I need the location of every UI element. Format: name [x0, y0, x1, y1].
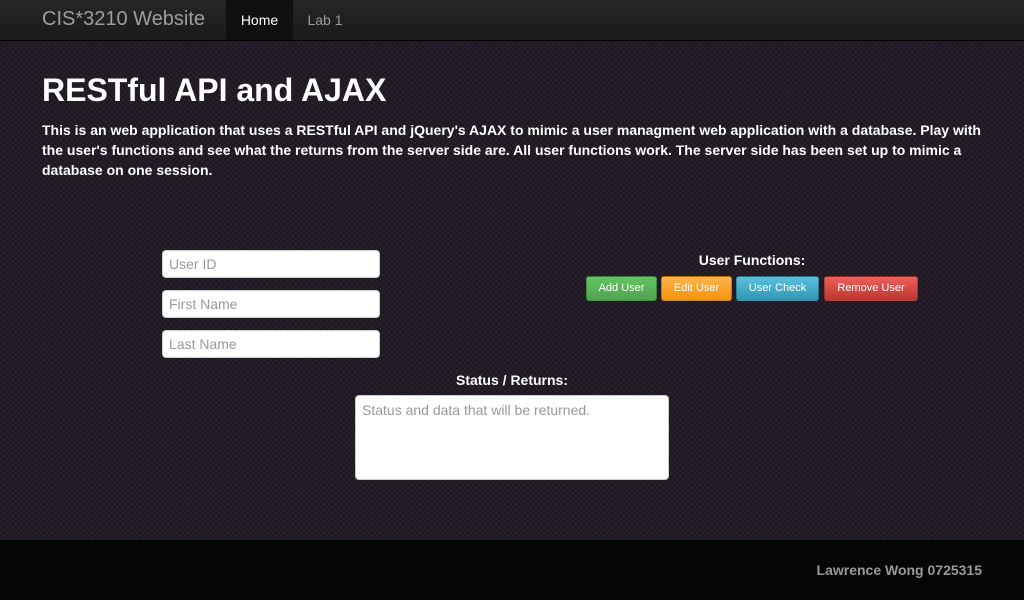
- page-title: RESTful API and AJAX: [42, 72, 387, 108]
- user-id-input[interactable]: [162, 250, 380, 278]
- status-returns-textarea[interactable]: [355, 395, 669, 480]
- status-returns-label: Status / Returns:: [455, 372, 568, 388]
- edit-user-button[interactable]: Edit User: [661, 276, 732, 301]
- user-check-button[interactable]: User Check: [736, 276, 819, 301]
- remove-user-button[interactable]: Remove User: [824, 276, 918, 301]
- first-name-input[interactable]: [162, 290, 380, 318]
- brand-link[interactable]: CIS*3210 Website: [42, 8, 205, 31]
- nav-item-home[interactable]: Home: [226, 0, 293, 40]
- footer: Lawrence Wong 0725315: [0, 540, 1024, 600]
- top-navbar: CIS*3210 Website Home Lab 1: [0, 0, 1024, 41]
- user-functions-label: User Functions:: [698, 252, 806, 268]
- page-description: This is an web application that uses a R…: [42, 122, 981, 178]
- add-user-button[interactable]: Add User: [586, 276, 657, 301]
- footer-author: Lawrence Wong 0725315: [816, 562, 982, 578]
- nav-item-lab-1[interactable]: Lab 1: [293, 0, 357, 40]
- last-name-input[interactable]: [162, 330, 380, 358]
